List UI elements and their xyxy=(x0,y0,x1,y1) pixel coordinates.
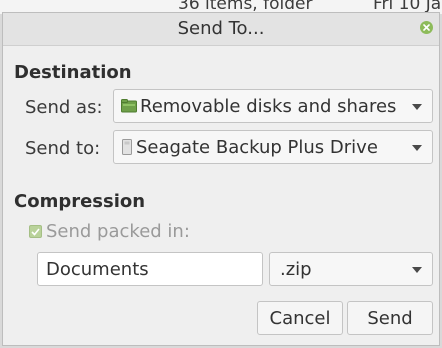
send-packed-label: Send packed in: xyxy=(46,221,190,242)
archive-format-dropdown[interactable]: .zip xyxy=(269,252,433,286)
send-to-value: Seagate Backup Plus Drive xyxy=(136,136,378,158)
chevron-down-icon xyxy=(412,267,422,273)
chevron-down-icon xyxy=(412,104,422,110)
send-as-value: Removable disks and shares xyxy=(140,95,397,117)
send-packed-checkbox-row[interactable]: Send packed in: xyxy=(29,221,190,242)
send-to-dialog: Send To... Destination Send as: Removabl… xyxy=(2,12,440,346)
destination-heading: Destination xyxy=(14,62,132,83)
send-to-label: Send to: xyxy=(25,138,101,159)
dialog-title: Send To... xyxy=(177,18,265,39)
close-button[interactable] xyxy=(420,21,433,34)
checkmark-icon xyxy=(31,227,40,236)
compression-heading: Compression xyxy=(14,191,146,212)
send-to-dropdown[interactable]: Seagate Backup Plus Drive xyxy=(113,130,433,164)
close-icon xyxy=(423,24,430,31)
archive-name-input[interactable] xyxy=(37,252,263,286)
drive-folder-icon xyxy=(121,99,137,113)
archive-format-value: .zip xyxy=(280,258,312,280)
cancel-button[interactable]: Cancel xyxy=(257,301,343,335)
usb-drive-icon xyxy=(121,139,133,155)
send-packed-checkbox[interactable] xyxy=(29,225,42,238)
send-as-dropdown[interactable]: Removable disks and shares xyxy=(113,89,433,123)
send-button[interactable]: Send xyxy=(347,301,433,335)
chevron-down-icon xyxy=(412,145,422,151)
send-as-label: Send as: xyxy=(25,97,103,118)
dialog-titlebar[interactable]: Send To... xyxy=(3,13,439,46)
